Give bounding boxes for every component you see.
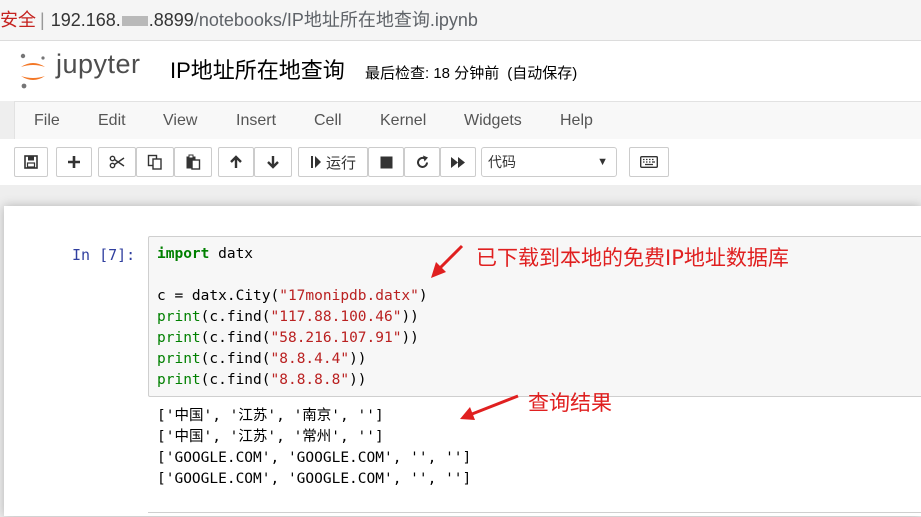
call-close: )) bbox=[349, 372, 367, 388]
keyboard-icon bbox=[640, 156, 658, 168]
cell-type-select[interactable]: 代码 ▼ bbox=[481, 147, 617, 177]
ip-argument: "117.88.100.46" bbox=[270, 309, 402, 325]
code-assign-suffix: ) bbox=[418, 288, 428, 304]
menu-widgets[interactable]: Widgets bbox=[464, 102, 522, 140]
move-up-button[interactable] bbox=[218, 147, 254, 177]
call-close: )) bbox=[401, 330, 419, 346]
find-call: (c.find( bbox=[200, 330, 271, 346]
menu-edit[interactable]: Edit bbox=[98, 102, 126, 140]
cell-output: ['中国', '江苏', '南京', ''] ['中国', '江苏', '常州'… bbox=[157, 406, 471, 490]
arrow-up-icon bbox=[230, 155, 242, 168]
last-checkpoint-label: 最后检查: 18 分钟前 bbox=[365, 65, 500, 82]
call-close: )) bbox=[401, 309, 419, 325]
output-line: ['中国', '江苏', '常州', ''] bbox=[157, 429, 384, 445]
masked-ip-segment bbox=[121, 16, 148, 27]
autosave-label: (自动保存) bbox=[507, 65, 578, 82]
run-button-label: 运行 bbox=[325, 154, 356, 172]
print-call: print bbox=[157, 330, 201, 346]
run-icon bbox=[310, 156, 321, 168]
ip-argument: "8.8.4.4" bbox=[270, 351, 350, 367]
call-close: )) bbox=[349, 351, 367, 367]
stop-icon bbox=[380, 156, 392, 168]
menu-file[interactable]: File bbox=[34, 102, 60, 140]
menu-insert[interactable]: Insert bbox=[236, 102, 276, 140]
address-separator: | bbox=[40, 10, 45, 30]
restart-icon bbox=[416, 155, 428, 168]
toolbar: 运行 代码 ▼ bbox=[0, 139, 921, 185]
url-host-prefix: 192.168. bbox=[50, 10, 121, 30]
fast-forward-icon bbox=[451, 156, 465, 168]
next-cell-edge[interactable] bbox=[148, 512, 921, 517]
import-module: datx bbox=[209, 246, 254, 262]
paste-button[interactable] bbox=[174, 147, 212, 177]
chevron-down-icon: ▼ bbox=[597, 156, 608, 168]
plus-icon bbox=[68, 156, 80, 168]
paste-icon bbox=[186, 154, 201, 170]
annotation-database-note: 已下载到本地的免费IP地址数据库 bbox=[476, 246, 789, 270]
interrupt-button[interactable] bbox=[368, 147, 404, 177]
cut-button[interactable] bbox=[98, 147, 136, 177]
import-keyword: import bbox=[157, 246, 210, 262]
arrow-down-icon bbox=[267, 156, 279, 169]
scissors-icon bbox=[109, 155, 125, 169]
find-call: (c.find( bbox=[200, 372, 271, 388]
save-icon bbox=[24, 155, 38, 169]
restart-run-all-button[interactable] bbox=[440, 147, 476, 177]
cell-input-prompt: In [7]: bbox=[72, 246, 136, 264]
print-call: print bbox=[157, 372, 201, 388]
print-call: print bbox=[157, 351, 201, 367]
security-label[interactable]: 安全 bbox=[0, 10, 36, 30]
copy-icon bbox=[147, 154, 162, 170]
menu-kernel[interactable]: Kernel bbox=[380, 102, 426, 140]
menu-cell[interactable]: Cell bbox=[314, 102, 342, 140]
menu-help[interactable]: Help bbox=[560, 102, 593, 140]
code-editor[interactable]: import datx c = datx.City("17monipdb.dat… bbox=[157, 244, 428, 391]
find-call: (c.find( bbox=[200, 351, 271, 367]
checkpoint-status: 最后检查: 18 分钟前 (自动保存) bbox=[365, 62, 577, 83]
jupyter-logo-icon[interactable] bbox=[18, 53, 48, 89]
jupyter-logo-text[interactable]: jupyter bbox=[56, 49, 141, 80]
save-button[interactable] bbox=[14, 147, 48, 177]
restart-kernel-button[interactable] bbox=[404, 147, 440, 177]
notebook-title[interactable]: IP地址所在地查询 bbox=[170, 53, 345, 85]
code-db-filename: "17monipdb.datx" bbox=[279, 288, 419, 304]
output-line: ['中国', '江苏', '南京', ''] bbox=[157, 408, 384, 424]
menu-view[interactable]: View bbox=[163, 102, 197, 140]
run-button[interactable]: 运行 bbox=[298, 147, 368, 177]
annotation-result-note: 查询结果 bbox=[528, 391, 612, 415]
url-host-suffix: .8899 bbox=[148, 10, 194, 30]
output-line: ['GOOGLE.COM', 'GOOGLE.COM', '', ''] bbox=[157, 450, 472, 466]
print-call: print bbox=[157, 309, 201, 325]
notebook-header: jupyter IP地址所在地查询 最后检查: 18 分钟前 (自动保存) bbox=[0, 41, 921, 101]
insert-cell-button[interactable] bbox=[56, 147, 92, 177]
command-palette-button[interactable] bbox=[629, 147, 669, 177]
copy-button[interactable] bbox=[136, 147, 174, 177]
ip-argument: "8.8.8.8" bbox=[270, 372, 350, 388]
ip-argument: "58.216.107.91" bbox=[270, 330, 402, 346]
menu-bar: File Edit View Insert Cell Kernel Widget… bbox=[14, 101, 921, 141]
cell-type-value: 代码 bbox=[488, 154, 516, 170]
code-assign-prefix: c = datx.City( bbox=[157, 288, 280, 304]
find-call: (c.find( bbox=[200, 309, 271, 325]
url-path: /notebooks/IP地址所在地查询.ipynb bbox=[193, 10, 478, 30]
move-down-button[interactable] bbox=[254, 147, 292, 177]
output-line: ['GOOGLE.COM', 'GOOGLE.COM', '', ''] bbox=[157, 471, 472, 487]
address-bar[interactable]: 安全 | 192.168. .8899/notebooks/IP地址所在地查询.ipy… bbox=[0, 0, 921, 41]
